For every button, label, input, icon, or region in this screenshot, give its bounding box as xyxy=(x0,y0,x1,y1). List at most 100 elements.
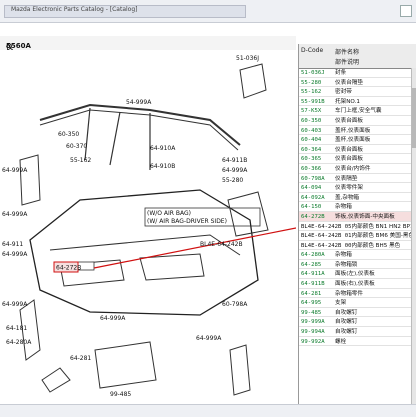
part-name: 仪表台/内饰件 xyxy=(335,165,371,172)
part-row[interactable]: 64-092A 盖,杂物箱 xyxy=(299,193,411,203)
part-code: 64-995 xyxy=(301,300,322,307)
part-code: 57-K5X xyxy=(301,108,322,115)
col-sub-header[interactable]: 部件说明 xyxy=(335,57,359,66)
part-row[interactable]: 60-364 仪表台面板 xyxy=(299,145,411,155)
part-name: 面板(右),仪表板 xyxy=(335,281,375,288)
part-row[interactable]: 55-280 仪表台隔垫 xyxy=(299,78,411,88)
part-code: 60-365 xyxy=(301,156,322,163)
part-row[interactable]: 99-999A 自攻螺钉 xyxy=(299,317,411,328)
callout-label[interactable]: 64-999A xyxy=(2,251,28,258)
part-row[interactable]: 60-366 仪表台/内饰件 xyxy=(299,164,411,174)
col-name-header[interactable]: 部件名称 xyxy=(335,47,359,56)
part-row[interactable]: 99-994A 自攻螺钉 xyxy=(299,327,411,337)
callout-label[interactable]: 60-370 xyxy=(66,143,87,150)
callout-label[interactable]: 64-999A xyxy=(2,301,28,308)
part-name: 饰板,仪表饰面-中央面板 xyxy=(335,213,395,220)
airbag-note-2: (W/ AIR BAG-DRIVER SIDE) xyxy=(147,218,227,225)
part-variant-row[interactable]: BL4E-64-242B 05内部颜色 BN1 HN2 BP1 灰色 xyxy=(299,222,411,232)
part-row[interactable]: 60-404 盖杯,仪表面板 xyxy=(299,135,411,145)
part-name: 杂物箱零件 xyxy=(335,290,363,297)
part-row[interactable]: 64-280A 杂物箱 xyxy=(299,250,411,260)
part-row[interactable]: 60-403 盖杯,仪表面板 xyxy=(299,126,411,136)
part-name: 内部颜色 BM6 美国-黑色 xyxy=(351,233,411,240)
scrollbar[interactable] xyxy=(411,68,416,404)
part-row[interactable]: 64-094 仪表零件架 xyxy=(299,183,411,193)
parts-diagram-svg: (W/O AIR BAG) (W/ AIR BAG-DRIVER SIDE) 6… xyxy=(2,55,297,398)
callout-label[interactable]: 51-036J xyxy=(236,55,259,62)
callout-label[interactable]: 64-999A xyxy=(100,315,126,322)
part-code: 99-999A xyxy=(301,319,325,326)
part-code: BL4E-64-242B 05 xyxy=(301,223,352,230)
part-name: 杂物箱锁 xyxy=(335,261,358,268)
part-variant-row[interactable]: BL4E-64-242B 01内部颜色 BM6 美国-黑色 xyxy=(299,231,411,241)
part-row[interactable]: 64-911B 面板(右),仪表板 xyxy=(299,279,411,289)
callout-label[interactable]: 55-162 xyxy=(70,157,91,164)
close-icon[interactable] xyxy=(400,5,412,17)
window-title: Mazda Electronic Parts Catalog - [Catalo… xyxy=(11,6,138,13)
part-code: BL4E-64-242B 01 xyxy=(301,233,352,240)
diagram-header: 5560A 仪表板 & 相关零件 xyxy=(0,36,296,119)
airbag-note-1: (W/O AIR BAG) xyxy=(147,210,191,217)
callout-label[interactable]: 64-281 xyxy=(70,355,91,362)
part-name: 杂物箱 xyxy=(335,252,352,259)
callout-label[interactable]: 60-798A xyxy=(222,301,248,308)
part-row[interactable]: 64-272B 饰板,仪表饰面-中央面板 xyxy=(299,211,411,222)
part-name: 仪表台面板 xyxy=(335,146,363,153)
callout-label[interactable]: BL4E-64-242B xyxy=(200,241,243,248)
callout-label[interactable]: 64-999A xyxy=(222,167,248,174)
window-title-strip: Mazda Electronic Parts Catalog - [Catalo… xyxy=(4,5,246,18)
callout-label[interactable]: 64-911B xyxy=(222,157,247,164)
part-row[interactable]: 64-150 杂物箱 xyxy=(299,202,411,212)
part-code: 60-403 xyxy=(301,127,322,134)
callout-label[interactable]: 64-999A xyxy=(2,211,28,218)
callout-line xyxy=(93,227,297,269)
callout-label[interactable]: 60-350 xyxy=(58,131,79,138)
part-code: 60-798A xyxy=(301,175,325,182)
part-row[interactable]: 64-911A 面板(左),仪表板 xyxy=(299,269,411,280)
part-row[interactable]: 57-K5X 车门上框,安全气囊 xyxy=(299,106,411,116)
parts-diagram[interactable]: (W/O AIR BAG) (W/ AIR BAG-DRIVER SIDE) 6… xyxy=(0,50,297,404)
part-row[interactable]: 64-281 杂物箱零件 xyxy=(299,289,411,299)
part-code: 64-094 xyxy=(301,185,322,192)
part-name: 密封带 xyxy=(335,89,352,96)
part-code: 64-150 xyxy=(301,204,322,211)
part-row[interactable]: 55-991B 托架NO.1 xyxy=(299,97,411,107)
part-code: 64-911A xyxy=(301,271,325,278)
parts-table: 51-036J 封条 55-280 仪表台隔垫 55-162 密封带 55-991B 托架NO… xyxy=(299,68,411,347)
glove-box xyxy=(94,341,157,389)
part-row[interactable]: 60-350 仪表台面板 xyxy=(299,116,411,126)
part-code: 99-485 xyxy=(301,309,322,316)
part-name: 盖杯,仪表面板 xyxy=(335,137,371,144)
callout-label[interactable]: 64-280A xyxy=(6,339,32,346)
part-row[interactable]: 60-365 仪表台面板 xyxy=(299,154,411,164)
callout-label[interactable]: 64-181 xyxy=(6,325,27,332)
part-code: 64-911B xyxy=(301,281,325,288)
part-name: 内部颜色 BH5 黑色 xyxy=(351,242,401,249)
callout-label[interactable]: 99-485 xyxy=(110,391,131,398)
part-name: 盖,杂物箱 xyxy=(335,194,360,201)
scrollbar-thumb[interactable] xyxy=(412,88,416,148)
part-name: 螺栓 xyxy=(335,338,347,345)
part-row[interactable]: 64-995 支架 xyxy=(299,298,411,308)
col-code-header[interactable]: D-Code xyxy=(301,47,323,54)
part-name: 封条 xyxy=(335,70,347,76)
callout-label[interactable]: 54-999A xyxy=(126,99,152,106)
part-variant-row[interactable]: BL4E-64-242B 00内部颜色 BH5 黑色 xyxy=(299,241,411,251)
part-code: 55-991B xyxy=(301,98,325,105)
part-code: 64-280A xyxy=(301,252,325,259)
callout-label[interactable]: 55-280 xyxy=(222,177,243,184)
callout-label[interactable]: 64-910B xyxy=(150,163,175,170)
part-row[interactable]: 99-485 自攻螺钉 xyxy=(299,308,411,318)
callout-label[interactable]: 64-911 xyxy=(2,241,23,248)
callout-label[interactable]: 64-910A xyxy=(150,145,176,152)
part-name: 仪表台隔垫 xyxy=(335,79,363,86)
part-code: 99-994A xyxy=(301,329,325,336)
part-row[interactable]: 60-798A 仪表隔垫 xyxy=(299,174,411,184)
part-row[interactable]: 55-162 密封带 xyxy=(299,87,411,97)
part-row[interactable]: 64-285 杂物箱锁 xyxy=(299,260,411,270)
part-code: 55-162 xyxy=(301,89,322,96)
part-row[interactable]: 51-036J 封条 xyxy=(299,68,411,78)
part-row[interactable]: 99-992A 螺栓 xyxy=(299,337,411,347)
callout-label[interactable]: 64-999A xyxy=(2,167,28,174)
callout-label[interactable]: 64-999A xyxy=(196,335,222,342)
